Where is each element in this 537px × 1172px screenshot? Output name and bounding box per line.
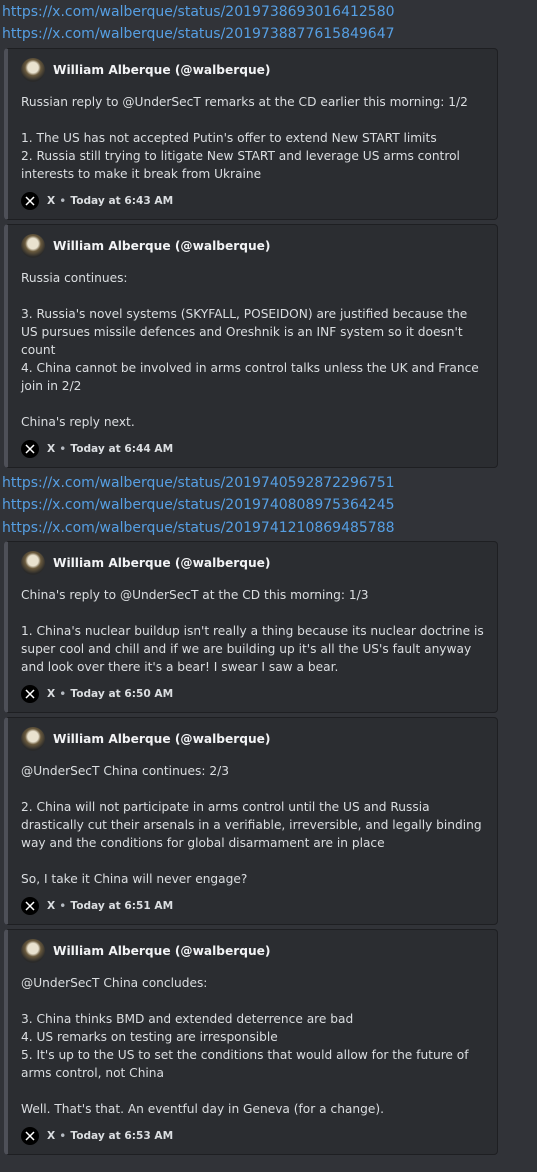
embed-description: Russian reply to @UnderSecT remarks at t… bbox=[21, 94, 468, 181]
footer-timestamp: Today at 6:51 AM bbox=[70, 900, 174, 913]
author-name[interactable]: William Alberque (@walberque) bbox=[53, 63, 271, 77]
embed-footer: X • Today at 6:43 AM bbox=[21, 191, 487, 210]
footer-timestamp: Today at 6:50 AM bbox=[70, 688, 174, 701]
footer-timestamp: Today at 6:44 AM bbox=[70, 442, 174, 455]
author-avatar[interactable] bbox=[21, 727, 45, 752]
tweet-link[interactable]: https://x.com/walberque/status/201974080… bbox=[2, 494, 537, 516]
footer-timestamp: Today at 6:43 AM bbox=[70, 194, 174, 207]
tweet-embed: William Alberque (@walberque) Russian re… bbox=[4, 47, 498, 220]
footer-separator: • bbox=[59, 193, 67, 208]
tweet-embed: William Alberque (@walberque) @UnderSecT… bbox=[4, 717, 498, 926]
author-avatar[interactable] bbox=[21, 551, 45, 576]
embed-author: William Alberque (@walberque) bbox=[21, 939, 487, 964]
x-logo-icon bbox=[21, 191, 39, 210]
embed-footer: X • Today at 6:44 AM bbox=[21, 439, 487, 458]
footer-separator: • bbox=[59, 441, 67, 456]
author-name[interactable]: William Alberque (@walberque) bbox=[53, 556, 271, 570]
x-logo-icon bbox=[21, 439, 39, 458]
author-name[interactable]: William Alberque (@walberque) bbox=[53, 239, 271, 253]
footer-source: X bbox=[47, 688, 56, 701]
author-name[interactable]: William Alberque (@walberque) bbox=[53, 732, 271, 746]
embed-footer: X • Today at 6:53 AM bbox=[21, 1127, 487, 1146]
tweet-embed: William Alberque (@walberque) China's re… bbox=[4, 541, 498, 714]
embed-author: William Alberque (@walberque) bbox=[21, 727, 487, 752]
tweet-link[interactable]: https://x.com/walberque/status/201974121… bbox=[2, 517, 537, 539]
tweet-link[interactable]: https://x.com/walberque/status/201973887… bbox=[2, 23, 537, 45]
tweet-embed: William Alberque (@walberque) @UnderSecT… bbox=[4, 929, 498, 1156]
embed-footer: X • Today at 6:51 AM bbox=[21, 897, 487, 916]
x-logo-icon bbox=[21, 685, 39, 704]
footer-separator: • bbox=[59, 687, 67, 702]
embed-author: William Alberque (@walberque) bbox=[21, 551, 487, 576]
footer-source: X bbox=[47, 442, 56, 455]
embed-author: William Alberque (@walberque) bbox=[21, 57, 487, 82]
embed-description: Russia continues: 3. Russia's novel syst… bbox=[21, 270, 479, 429]
author-avatar[interactable] bbox=[21, 57, 45, 82]
footer-source: X bbox=[47, 194, 56, 207]
x-logo-icon bbox=[21, 897, 39, 916]
author-avatar[interactable] bbox=[21, 233, 45, 258]
x-logo-icon bbox=[21, 1127, 39, 1146]
tweet-link[interactable]: https://x.com/walberque/status/201974059… bbox=[2, 472, 537, 494]
footer-source: X bbox=[47, 1130, 56, 1143]
footer-separator: • bbox=[59, 1129, 67, 1144]
embed-description: @UnderSecT China concludes: 3. China thi… bbox=[21, 976, 469, 1117]
author-avatar[interactable] bbox=[21, 939, 45, 964]
tweet-link[interactable]: https://x.com/walberque/status/201973869… bbox=[2, 1, 537, 23]
embed-author: William Alberque (@walberque) bbox=[21, 233, 487, 258]
footer-source: X bbox=[47, 900, 56, 913]
embed-description: China's reply to @UnderSecT at the CD th… bbox=[21, 588, 484, 675]
message-content: https://x.com/walberque/status/201973869… bbox=[0, 0, 537, 1156]
footer-separator: • bbox=[59, 899, 67, 914]
footer-timestamp: Today at 6:53 AM bbox=[70, 1130, 174, 1143]
embed-footer: X • Today at 6:50 AM bbox=[21, 685, 487, 704]
author-name[interactable]: William Alberque (@walberque) bbox=[53, 944, 271, 958]
tweet-embed: William Alberque (@walberque) Russia con… bbox=[4, 223, 498, 468]
embed-description: @UnderSecT China continues: 2/3 2. China… bbox=[21, 764, 482, 887]
